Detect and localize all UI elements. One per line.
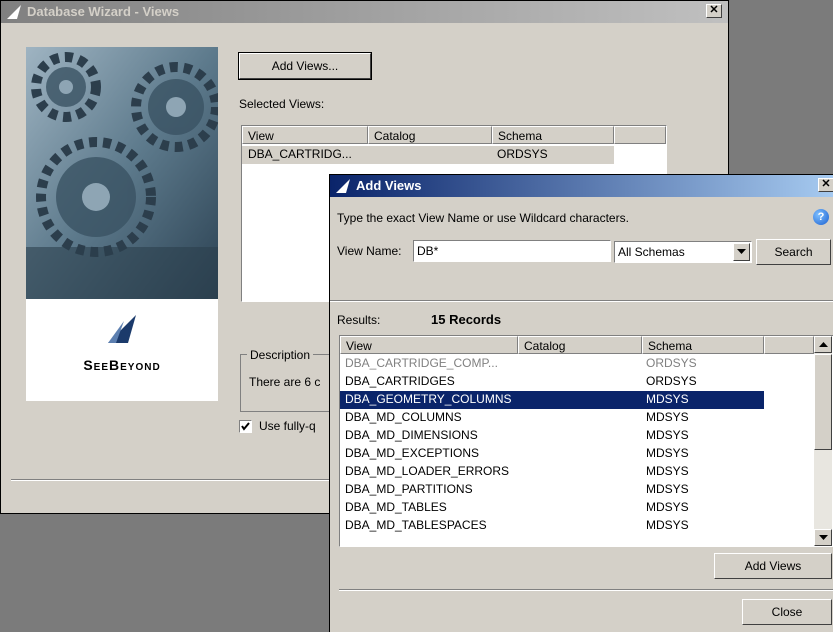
view-name-input[interactable]: DB*	[413, 240, 611, 262]
close-button[interactable]: Close	[742, 599, 832, 625]
seebeyond-mark-icon	[108, 315, 136, 343]
wizard-side-image	[26, 47, 218, 299]
table-row[interactable]: DBA_CARTRIDG... ORDSYS	[242, 146, 614, 164]
row-schema-cell: ORDSYS	[497, 147, 548, 161]
col-header-filler	[614, 126, 666, 144]
row-schema-cell: MDSYS	[646, 482, 689, 496]
scroll-thumb[interactable]	[814, 354, 832, 450]
row-view-cell: DBA_MD_TABLESPACES	[345, 518, 487, 532]
results-col-header-filler	[764, 336, 814, 354]
dialog-close-button[interactable]: ✕	[818, 178, 833, 192]
row-schema-cell: MDSYS	[646, 464, 689, 478]
view-name-value: DB*	[417, 244, 439, 258]
table-row[interactable]: DBA_MD_LOADER_ERRORS MDSYS	[340, 463, 764, 481]
table-row[interactable]: DBA_MD_PARTITIONS MDSYS	[340, 481, 764, 499]
schema-dropdown-button[interactable]	[733, 243, 750, 261]
description-label: Description	[247, 348, 314, 362]
col-header-schema[interactable]: Schema	[492, 126, 614, 144]
gears-illustration	[26, 47, 218, 299]
add-views-dialog: Add Views ✕ Type the exact View Name or …	[329, 174, 833, 632]
row-schema-cell: ORDSYS	[646, 374, 697, 388]
schema-select[interactable]: All Schemas	[614, 241, 752, 263]
row-schema-cell: ORDSYS	[646, 356, 697, 370]
wizard-close-button[interactable]: ✕	[706, 4, 722, 18]
description-text: There are 6 c	[249, 375, 321, 389]
seebeyond-logo-text: SeeBeyond	[83, 357, 161, 373]
selected-views-label: Selected Views:	[239, 97, 325, 111]
row-view-cell: DBA_MD_EXCEPTIONS	[345, 446, 480, 460]
wizard-titlebar[interactable]: Database Wizard - Views ✕	[1, 1, 728, 23]
table-row[interactable]: DBA_GEOMETRY_COLUMNS MDSYS	[340, 391, 764, 409]
table-row[interactable]: DBA_MD_DIMENSIONS MDSYS	[340, 427, 764, 445]
row-view-cell: DBA_CARTRIDG...	[248, 147, 352, 161]
dialog-divider-bottom	[339, 589, 833, 591]
col-header-view[interactable]: View	[242, 126, 368, 144]
results-scrollbar[interactable]	[814, 336, 832, 546]
results-col-header-catalog[interactable]: Catalog	[518, 336, 642, 354]
table-row[interactable]: DBA_MD_TABLESPACES MDSYS	[340, 517, 764, 535]
table-row[interactable]: DBA_MD_TABLES MDSYS	[340, 499, 764, 517]
schema-select-value: All Schemas	[618, 245, 685, 259]
add-views-open-button[interactable]: Add Views...	[238, 52, 372, 80]
row-schema-cell: MDSYS	[646, 446, 689, 460]
table-row[interactable]: DBA_CARTRIDGES ORDSYS	[340, 373, 764, 391]
dialog-instruction: Type the exact View Name or use Wildcard…	[337, 211, 629, 225]
row-schema-cell: MDSYS	[646, 392, 689, 406]
wizard-title: Database Wizard - Views	[27, 4, 180, 19]
records-count: 15 Records	[431, 312, 502, 327]
results-table[interactable]: View Catalog Schema DBA_CARTRIDGE_COMP..…	[339, 335, 833, 547]
use-fully-checkbox[interactable]	[239, 420, 252, 433]
row-view-cell: DBA_MD_LOADER_ERRORS	[345, 464, 510, 478]
scroll-up-icon	[819, 342, 828, 347]
row-schema-cell: MDSYS	[646, 410, 689, 424]
add-views-button[interactable]: Add Views	[714, 553, 832, 579]
row-schema-cell: MDSYS	[646, 428, 689, 442]
row-view-cell: DBA_GEOMETRY_COLUMNS	[345, 392, 512, 406]
dialog-divider-top	[330, 300, 833, 302]
table-row[interactable]: DBA_MD_EXCEPTIONS MDSYS	[340, 445, 764, 463]
row-schema-cell: MDSYS	[646, 500, 689, 514]
dialog-title: Add Views	[356, 178, 422, 193]
seebeyond-logo-icon	[336, 179, 350, 193]
table-row[interactable]: DBA_MD_COLUMNS MDSYS	[340, 409, 764, 427]
results-col-header-view[interactable]: View	[340, 336, 518, 354]
dialog-titlebar[interactable]: Add Views ✕	[330, 175, 833, 197]
row-view-cell: DBA_CARTRIDGES	[345, 374, 455, 388]
row-view-cell: DBA_MD_COLUMNS	[345, 410, 462, 424]
results-label: Results:	[337, 313, 381, 327]
col-header-catalog[interactable]: Catalog	[368, 126, 492, 144]
branding-panel: SeeBeyond	[26, 299, 218, 401]
seebeyond-logo-icon	[7, 5, 21, 19]
scroll-down-icon	[819, 535, 828, 540]
view-name-label: View Name:	[337, 244, 402, 258]
chevron-down-icon	[737, 249, 746, 254]
row-view-cell: DBA_MD_DIMENSIONS	[345, 428, 478, 442]
checkmark-icon	[241, 422, 250, 431]
help-icon[interactable]: ?	[813, 209, 829, 225]
use-fully-label: Use fully-q	[259, 419, 316, 433]
scroll-down-button[interactable]	[814, 529, 832, 546]
search-button[interactable]: Search	[756, 239, 831, 265]
row-view-cell: DBA_CARTRIDGE_COMP...	[345, 356, 498, 370]
close-icon: ✕	[709, 4, 719, 16]
row-view-cell: DBA_MD_TABLES	[345, 500, 447, 514]
close-icon: ✕	[821, 178, 831, 190]
results-col-header-schema[interactable]: Schema	[642, 336, 764, 354]
row-schema-cell: MDSYS	[646, 518, 689, 532]
table-row[interactable]: DBA_CARTRIDGE_COMP... ORDSYS	[340, 355, 764, 373]
row-view-cell: DBA_MD_PARTITIONS	[345, 482, 473, 496]
scroll-up-button[interactable]	[814, 336, 832, 353]
